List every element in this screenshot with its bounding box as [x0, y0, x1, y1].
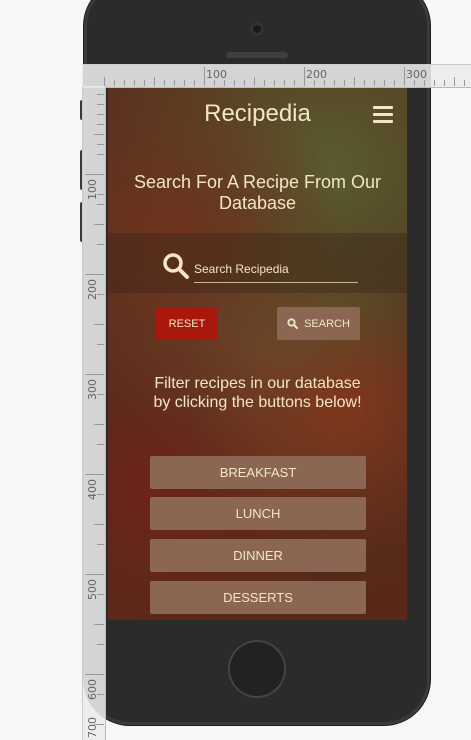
reset-button[interactable]: RESET: [156, 307, 218, 340]
filter-desserts-button[interactable]: DESSERTS: [150, 581, 366, 614]
search-icon: [287, 318, 299, 329]
camera-icon: [250, 22, 264, 36]
ruler-left-label: 300: [86, 379, 99, 400]
home-button[interactable]: [228, 640, 286, 698]
ruler-left-label: 100: [86, 179, 99, 200]
search-button-label: SEARCH: [304, 317, 350, 330]
hamburger-icon[interactable]: [373, 106, 393, 123]
ruler-left: 100 200 300 400 500 600 700: [82, 86, 106, 740]
ruler-top: 100 200 300: [82, 64, 471, 88]
ruler-left-label: 700: [86, 717, 99, 738]
filter-dinner-button[interactable]: DINNER: [150, 539, 366, 572]
search-button[interactable]: SEARCH: [277, 307, 360, 340]
filter-lunch-button[interactable]: LUNCH: [150, 497, 366, 530]
ruler-left-label: 600: [86, 679, 99, 700]
filter-breakfast-button[interactable]: BREAKFAST: [150, 456, 366, 489]
search-input[interactable]: [194, 256, 358, 283]
ruler-left-label: 500: [86, 579, 99, 600]
search-icon: [163, 253, 189, 279]
speaker-grille: [226, 52, 288, 58]
app-screen: Recipedia Search For A Recipe From Our D…: [108, 88, 407, 620]
app-title: Recipedia: [204, 100, 311, 127]
hero-headline: Search For A Recipe From Our Database: [133, 172, 382, 213]
ruler-left-label: 200: [86, 279, 99, 300]
filter-instructions: Filter recipes in our database by clicki…: [153, 375, 362, 411]
ruler-left-label: 400: [86, 479, 99, 500]
